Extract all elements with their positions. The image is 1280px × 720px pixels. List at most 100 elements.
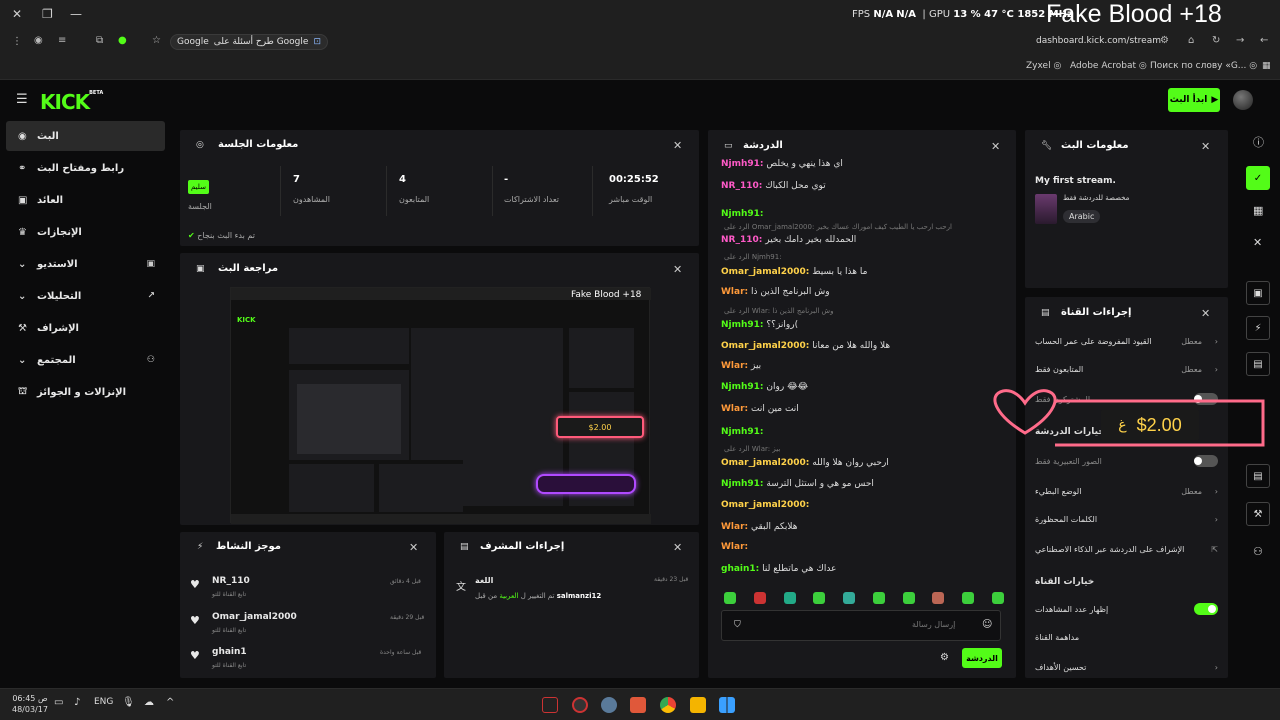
check-icon[interactable]: ✓: [1246, 166, 1270, 190]
all-bookmarks-icon[interactable]: ▦: [1262, 61, 1271, 71]
chat-message[interactable]: ghain1: عداك هي ماتطلع لنا: [721, 564, 836, 574]
close-icon[interactable]: ✕: [991, 140, 1000, 153]
user-avatar[interactable]: [1233, 90, 1253, 110]
chat-message[interactable]: Njmh91: روان 😂😂: [721, 382, 808, 392]
extensions-icon[interactable]: ⧉: [96, 35, 103, 46]
settings-app-icon[interactable]: [601, 697, 617, 713]
chat-message[interactable]: Omar_jamal2000: ما هذا يا بسيط: [721, 267, 867, 277]
chat-message[interactable]: Njmh91: روانز؟؟(: [721, 320, 798, 330]
close-rail-icon[interactable]: ✕: [1253, 236, 1262, 249]
chat-username[interactable]: Omar_jamal2000:: [721, 458, 809, 468]
goals-row[interactable]: تحسين الأهداف ›: [1035, 663, 1218, 672]
raid-channel-row[interactable]: مداهمة القناة: [1035, 633, 1218, 642]
chat-message[interactable]: Wlar: وش البرنامج الذين ذا: [721, 287, 830, 297]
chat-username[interactable]: Wlar:: [721, 404, 748, 414]
chevron-up-icon[interactable]: ^: [166, 697, 174, 708]
emote-icon[interactable]: [753, 592, 766, 604]
chat-username[interactable]: Njmh91:: [721, 159, 764, 169]
sidebar-item-community[interactable]: ⌄ المجتمع ⚇: [6, 345, 165, 375]
emote-only-row[interactable]: الصور التعبيرية فقط: [1035, 455, 1218, 467]
chat-username[interactable]: Njmh91:: [721, 479, 764, 489]
close-icon[interactable]: ✕: [1201, 140, 1210, 153]
chat-message[interactable]: Wlar: انت مين انت: [721, 404, 799, 414]
site-settings-icon[interactable]: ⚙: [1160, 35, 1169, 46]
close-icon[interactable]: ✕: [1201, 307, 1210, 320]
chat-message[interactable]: Njmh91:: [721, 427, 764, 437]
mic-icon[interactable]: 🎙︎: [122, 697, 135, 708]
kick-logo[interactable]: KICKBETA: [40, 90, 103, 114]
chat-message[interactable]: Wlar: بيز: [721, 361, 761, 371]
community-toggle-icon[interactable]: ⚇: [1253, 545, 1263, 558]
back-icon[interactable]: ←: [1260, 35, 1268, 46]
language-indicator[interactable]: ENG: [94, 697, 113, 707]
sidebar-item-analytics[interactable]: ⌄ التحليلات ↗: [6, 281, 165, 311]
account-age-row[interactable]: القيود المفروضة على عمر الحساب معطل ›: [1035, 337, 1218, 346]
list-toggle-icon[interactable]: ▤: [1246, 352, 1270, 376]
chat-username[interactable]: Njmh91:: [721, 320, 764, 330]
chat-username[interactable]: NR_110:: [721, 235, 762, 245]
chat-message[interactable]: Njmh91: اي هذا ينهي و يخلص: [721, 159, 843, 169]
brave-icon[interactable]: [630, 697, 646, 713]
activity-toggle-icon[interactable]: ⚡: [1246, 316, 1270, 340]
file-explorer-icon[interactable]: [690, 697, 706, 713]
reading-list-icon[interactable]: ≡: [58, 35, 66, 46]
close-icon[interactable]: ✕: [409, 541, 418, 554]
followers-only-row[interactable]: المتابعون فقط معطل ›: [1035, 365, 1218, 374]
close-icon[interactable]: ✕: [673, 541, 682, 554]
emote-icon[interactable]: [724, 592, 736, 604]
emote-icon[interactable]: [813, 592, 826, 604]
bookmark-acrobat[interactable]: Adobe Acrobat ◎: [1070, 61, 1147, 71]
sidebar-item-studio[interactable]: ⌄ الاستديو ▣: [6, 249, 165, 279]
chat-message[interactable]: Njmh91: احس مو هي و استثل الترسة: [721, 479, 874, 489]
sidebar-item-moderation[interactable]: ⚒ الإشراف: [6, 313, 165, 343]
chat-message[interactable]: Omar_jamal2000: هلا والله هلا من معانا: [721, 341, 890, 351]
cloud-icon[interactable]: ☁: [144, 697, 154, 708]
chat-input[interactable]: ⛉ إرسال رسالة ☺: [721, 610, 1001, 641]
go-live-button[interactable]: ابدأ البث ▶: [1168, 88, 1220, 112]
emote-icon[interactable]: [902, 592, 915, 604]
minimize-window-icon[interactable]: —: [70, 7, 82, 21]
stream-preview-video[interactable]: KICK Fake Blood +18 $2.00: [230, 287, 651, 524]
menu-dots-icon[interactable]: ⋮: [12, 36, 22, 47]
bookmark-star-icon[interactable]: ☆: [152, 35, 161, 46]
app-icon[interactable]: [572, 697, 588, 713]
chat-settings-icon[interactable]: ⚙: [940, 652, 949, 663]
clock[interactable]: 06:45 ص 48/03/17: [12, 693, 48, 715]
hamburger-menu-icon[interactable]: ☰: [16, 92, 28, 107]
send-chat-button[interactable]: الدردشة: [962, 648, 1002, 668]
chat-username[interactable]: Omar_jamal2000:: [721, 341, 809, 351]
ai-moderation-row[interactable]: الإشراف على الدردشة عبر الذكاء الاصطناعي…: [1035, 545, 1218, 554]
show-viewers-toggle[interactable]: [1194, 603, 1218, 615]
emote-icon[interactable]: [872, 592, 885, 604]
monitor-icon[interactable]: ▭: [54, 697, 63, 708]
profile-icon[interactable]: ◉: [34, 35, 43, 46]
chat-username[interactable]: Njmh91:: [721, 382, 764, 392]
sidebar-item-achievements[interactable]: ♛ الإنجازات: [6, 217, 165, 247]
chat-message[interactable]: NR_110: توي محل الكباك: [721, 181, 826, 191]
emote-icon[interactable]: [962, 592, 975, 604]
shield-icon[interactable]: ⛉: [734, 620, 741, 630]
chat-username[interactable]: Njmh91:: [721, 209, 764, 219]
chat-username[interactable]: Wlar:: [721, 287, 748, 297]
sidebar-item-stream[interactable]: ◉ البث: [6, 121, 165, 151]
close-window-icon[interactable]: ✕: [12, 7, 22, 21]
chat-username[interactable]: NR_110:: [721, 181, 762, 191]
chat-message[interactable]: Njmh91:: [721, 209, 764, 219]
preview-toggle-icon[interactable]: ▣: [1246, 281, 1270, 305]
slow-mode-row[interactable]: الوضع البطيء معطل ›: [1035, 487, 1218, 496]
chat-message[interactable]: Omar_jamal2000: ارحبي روان هلا والله: [721, 458, 889, 468]
emote-icon[interactable]: [991, 592, 1004, 604]
chrome-icon[interactable]: [660, 697, 676, 713]
chat-username[interactable]: Omar_jamal2000:: [721, 267, 809, 277]
sidebar-item-drops[interactable]: ⛫ الإنزالات و الجوائز: [6, 377, 165, 407]
emote-icon[interactable]: [932, 592, 945, 604]
close-icon[interactable]: ✕: [673, 139, 682, 152]
chat-username[interactable]: Njmh91:: [721, 427, 764, 437]
chat-username[interactable]: ghain1:: [721, 564, 759, 574]
sidebar-item-revenue[interactable]: ▣ العائد: [6, 185, 165, 215]
chat-message[interactable]: NR_110: الحمدلله بخير دامك بخير: [721, 235, 856, 245]
bookmark-zyxel[interactable]: Zyxel ◎: [1026, 61, 1061, 71]
forward-icon[interactable]: →: [1236, 35, 1244, 46]
chat-username[interactable]: Wlar:: [721, 522, 748, 532]
close-icon[interactable]: ✕: [673, 263, 682, 276]
